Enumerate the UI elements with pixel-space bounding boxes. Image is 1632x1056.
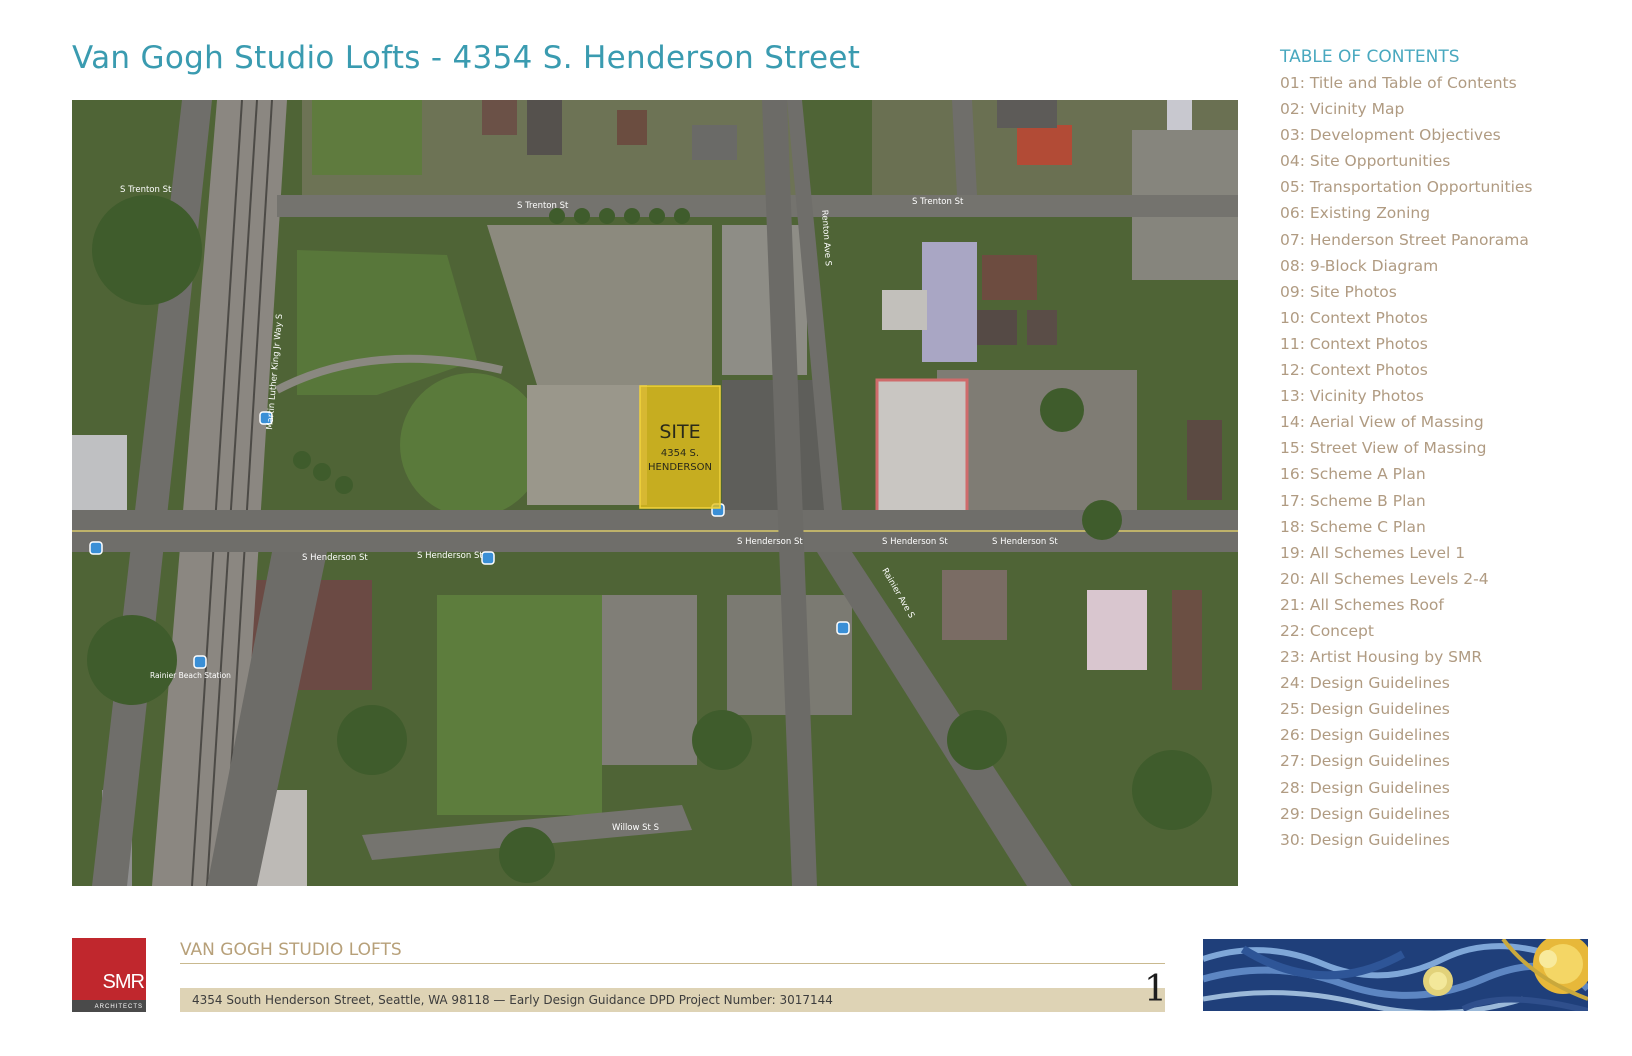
toc-item[interactable]: 08: 9-Block Diagram [1280, 253, 1620, 279]
toc-item[interactable]: 25: Design Guidelines [1280, 696, 1620, 722]
toc-item[interactable]: 13: Vicinity Photos [1280, 383, 1620, 409]
toc-item[interactable]: 02: Vicinity Map [1280, 96, 1620, 122]
toc-item[interactable]: 17: Scheme B Plan [1280, 488, 1620, 514]
footer-address: 4354 South Henderson Street, Seattle, WA… [192, 993, 833, 1007]
toc-item[interactable]: 04: Site Opportunities [1280, 148, 1620, 174]
toc-item[interactable]: 28: Design Guidelines [1280, 775, 1620, 801]
toc-item[interactable]: 22: Concept [1280, 618, 1620, 644]
logo-text: SMR [102, 971, 145, 993]
site-address-line1: 4354 S. [661, 448, 699, 459]
starry-night-painting-strip [1203, 939, 1588, 1011]
toc-item[interactable]: 20: All Schemes Levels 2-4 [1280, 566, 1620, 592]
toc-item[interactable]: 09: Site Photos [1280, 279, 1620, 305]
toc-item[interactable]: 23: Artist Housing by SMR [1280, 644, 1620, 670]
toc-item[interactable]: 11: Context Photos [1280, 331, 1620, 357]
site-address-line2: HENDERSON [648, 462, 712, 473]
site-label: SITE [659, 421, 700, 443]
toc-item[interactable]: 14: Aerial View of Massing [1280, 409, 1620, 435]
toc-item[interactable]: 05: Transportation Opportunities [1280, 174, 1620, 200]
toc-item[interactable]: 07: Henderson Street Panorama [1280, 227, 1620, 253]
logo-subtext: ARCHITECTS [94, 1004, 143, 1010]
station-label: Rainier Beach Station [150, 671, 231, 680]
toc-item[interactable]: 01: Title and Table of Contents [1280, 70, 1620, 96]
toc-item[interactable]: 18: Scheme C Plan [1280, 514, 1620, 540]
street-label-willow: Willow St S [612, 823, 659, 833]
street-label-henderson-east-a: S Henderson St [882, 537, 948, 547]
smr-architects-logo: SMR ARCHITECTS [72, 938, 146, 1012]
street-label-henderson-west: S Henderson St [302, 553, 368, 563]
toc-item[interactable]: 27: Design Guidelines [1280, 748, 1620, 774]
toc-heading: TABLE OF CONTENTS [1280, 47, 1460, 67]
toc-item[interactable]: 15: Street View of Massing [1280, 435, 1620, 461]
toc-item[interactable]: 03: Development Objectives [1280, 122, 1620, 148]
toc-item[interactable]: 16: Scheme A Plan [1280, 461, 1620, 487]
table-of-contents: TABLE OF CONTENTS 01: Title and Table of… [1280, 44, 1620, 853]
footer-divider [180, 963, 1165, 964]
toc-item[interactable]: 21: All Schemes Roof [1280, 592, 1620, 618]
toc-item[interactable]: 26: Design Guidelines [1280, 722, 1620, 748]
toc-item[interactable]: 12: Context Photos [1280, 357, 1620, 383]
footer-address-band: 4354 South Henderson Street, Seattle, WA… [180, 988, 1165, 1012]
site-parcel-highlight [639, 385, 721, 509]
page-title: Van Gogh Studio Lofts - 4354 S. Henderso… [72, 40, 861, 76]
toc-item[interactable]: 19: All Schemes Level 1 [1280, 540, 1620, 566]
toc-item[interactable]: 30: Design Guidelines [1280, 827, 1620, 853]
street-label-henderson-east-b: S Henderson St [992, 537, 1058, 547]
toc-item[interactable]: 24: Design Guidelines [1280, 670, 1620, 696]
toc-list: 01: Title and Table of Contents 02: Vici… [1280, 70, 1620, 853]
street-label-trenton-east: S Trenton St [912, 197, 964, 207]
aerial-site-map: SITE 4354 S. HENDERSON S Trenton St S Tr… [72, 100, 1238, 886]
footer-project-name: VAN GOGH STUDIO LOFTS [180, 940, 402, 960]
street-label-henderson-center: S Henderson St [737, 537, 803, 547]
toc-item[interactable]: 29: Design Guidelines [1280, 801, 1620, 827]
street-label-trenton-mid: S Trenton St [517, 201, 569, 211]
street-label-henderson-mid: S Henderson St [417, 551, 483, 561]
street-label-trenton-west: S Trenton St [120, 185, 172, 195]
page-number: 1 [1144, 969, 1167, 1010]
toc-item[interactable]: 10: Context Photos [1280, 305, 1620, 331]
toc-item[interactable]: 06: Existing Zoning [1280, 200, 1620, 226]
